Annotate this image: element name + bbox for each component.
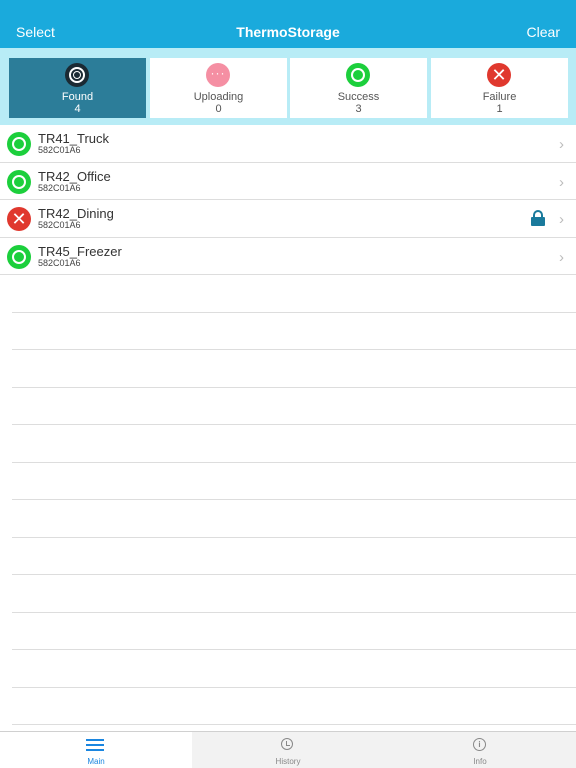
app-title: ThermoStorage (236, 24, 340, 40)
filter-found[interactable]: Found 4 (9, 58, 146, 118)
chevron-right-icon: › (559, 248, 564, 266)
status-filter-bar: Found 4 ··· Uploading 0 Success 3 ✕ Fail… (0, 48, 576, 125)
empty-row (12, 275, 576, 313)
device-serial: 582C01A6 (38, 182, 81, 193)
chevron-right-icon: › (559, 136, 564, 153)
filter-label: Failure (482, 91, 517, 103)
filter-uploading[interactable]: ··· Uploading 0 (150, 58, 287, 118)
navigation-bar: Select ThermoStorage Clear (0, 0, 576, 48)
filter-count: 1 (496, 103, 503, 115)
success-icon (346, 63, 370, 87)
failure-icon: ✕ (7, 207, 31, 231)
found-icon (65, 63, 89, 87)
filter-success[interactable]: Success 3 (290, 58, 427, 118)
device-serial: 582C01A6 (38, 145, 81, 155)
history-icon (278, 738, 298, 752)
tab-label: Main (87, 757, 105, 766)
failure-icon: ✕ (487, 63, 511, 87)
filter-count: 4 (74, 103, 81, 115)
info-icon (470, 738, 490, 752)
device-name: TR45_Freezer (38, 243, 122, 259)
empty-row (12, 500, 576, 538)
tab-history[interactable]: History (192, 732, 384, 768)
tab-info[interactable]: Info (384, 732, 576, 768)
empty-row (12, 313, 576, 350)
device-row[interactable]: TR45_Freezer 582C01A6 › (0, 238, 576, 275)
filter-count: 3 (355, 103, 362, 115)
empty-row (12, 463, 576, 500)
empty-row (12, 425, 576, 463)
empty-row (12, 688, 576, 725)
filter-count: 0 (215, 103, 222, 115)
device-row[interactable]: ✕ TR42_Dining 582C01A6 › (0, 200, 576, 238)
lock-icon (531, 210, 545, 226)
success-icon (7, 132, 31, 156)
empty-row (12, 613, 576, 650)
tab-main[interactable]: Main (0, 732, 192, 768)
empty-row (12, 388, 576, 425)
device-name: TR42_Office (38, 168, 111, 184)
empty-row (12, 350, 576, 388)
filter-label: Uploading (193, 91, 244, 103)
filter-label: Found (61, 91, 94, 103)
empty-row (12, 650, 576, 688)
tab-bar: Main History Info (0, 731, 576, 768)
chevron-right-icon: › (559, 173, 564, 191)
clear-button[interactable]: Clear (527, 24, 560, 40)
device-row[interactable]: TR42_Office 582C01A6 › (0, 163, 576, 200)
device-serial: 582C01A6 (38, 257, 81, 268)
success-icon (7, 169, 31, 194)
device-name: TR42_Dining (38, 206, 114, 221)
device-serial: 582C01A6 (38, 220, 81, 230)
empty-row (12, 538, 576, 575)
device-row[interactable]: TR41_Truck 582C01A6 › (0, 125, 576, 163)
tab-label: Info (473, 757, 487, 766)
filter-failure[interactable]: ✕ Failure 1 (431, 58, 568, 118)
tab-label: History (275, 757, 301, 766)
uploading-icon: ··· (206, 63, 230, 87)
device-list: TR41_Truck 582C01A6 › TR42_Office 582C01… (0, 125, 576, 725)
chevron-right-icon: › (559, 211, 564, 228)
success-icon (7, 244, 31, 269)
list-icon (86, 738, 106, 752)
filter-label: Success (337, 91, 380, 103)
device-name: TR41_Truck (38, 131, 110, 146)
empty-row (12, 575, 576, 613)
